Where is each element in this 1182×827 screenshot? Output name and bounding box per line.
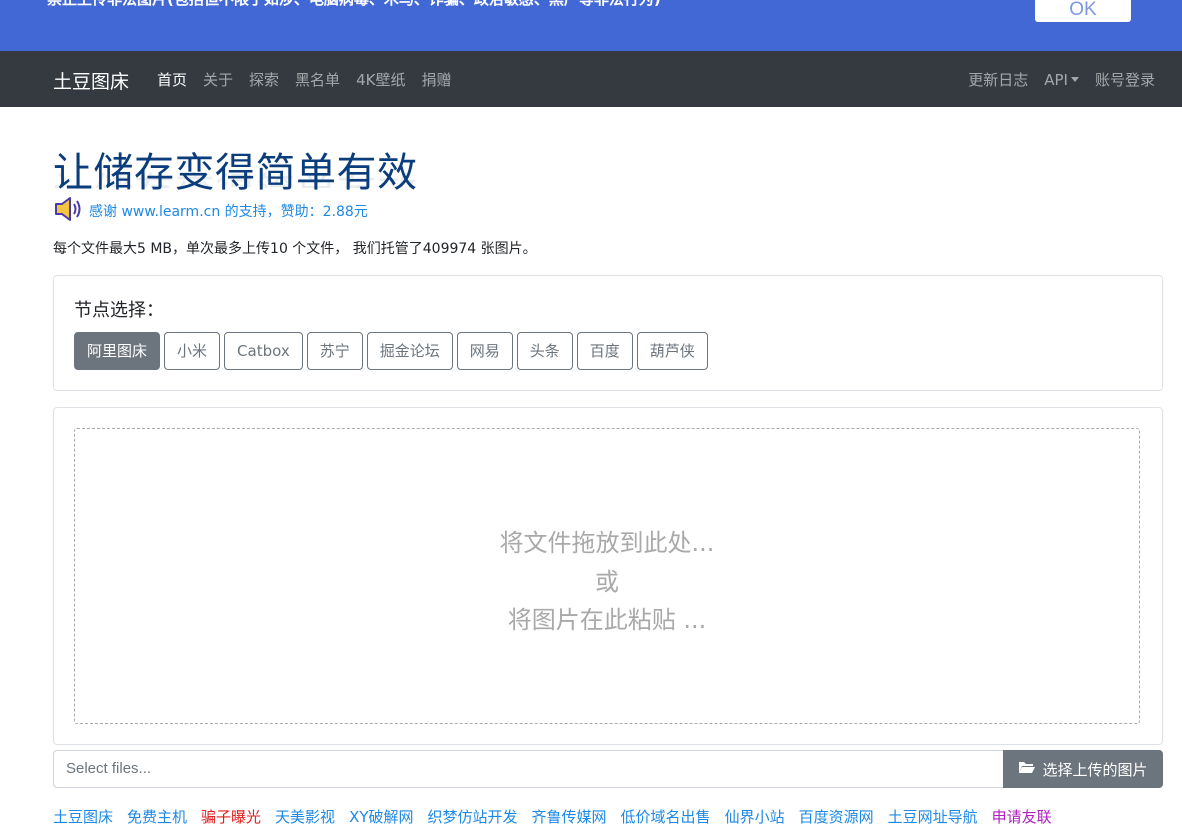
- node-button-aliyun[interactable]: 阿里图床: [74, 332, 161, 370]
- nav-item-4k-wallpaper[interactable]: 4K壁纸: [356, 69, 405, 90]
- nav-item-changelog[interactable]: 更新日志: [968, 69, 1028, 90]
- navbar: 土豆图床 首页 关于 探索 黑名单 4K壁纸 捐赠 更新日志 API 账号登录: [0, 51, 1182, 107]
- friend-link[interactable]: 仙界小站: [725, 806, 785, 827]
- nav-item-api-dropdown[interactable]: API: [1044, 71, 1079, 89]
- friend-link[interactable]: XY破解网: [349, 806, 413, 827]
- nav-right: 更新日志 API 账号登录: [968, 69, 1155, 90]
- nav-left: 首页 关于 探索 黑名单 4K壁纸 捐赠: [157, 69, 451, 90]
- node-button-netease[interactable]: 网易: [456, 332, 513, 370]
- node-button-xiaomi[interactable]: 小米: [164, 332, 221, 370]
- friend-link[interactable]: 免费主机: [127, 806, 187, 827]
- friend-link[interactable]: 低价域名出售: [621, 806, 711, 827]
- friend-links: 土豆图床 免费主机 骗子曝光 天美影视 XY破解网 织梦仿站开发 齐鲁传媒网 低价域名出售 仙界…: [53, 806, 1052, 827]
- speaker-icon: [53, 196, 83, 226]
- friend-link[interactable]: 申请友联: [992, 806, 1052, 827]
- nav-item-about[interactable]: 关于: [203, 69, 233, 90]
- nav-item-blacklist[interactable]: 黑名单: [295, 69, 340, 90]
- notice-ok-button[interactable]: OK: [1035, 0, 1131, 22]
- friend-link[interactable]: 齐鲁传媒网: [532, 806, 607, 827]
- upload-card: 将文件拖放到此处... 或 将图片在此粘贴 ...: [53, 407, 1163, 745]
- folder-open-icon: [1018, 760, 1036, 778]
- brand-logo[interactable]: 土豆图床: [53, 67, 129, 94]
- nav-item-api-label: API: [1044, 70, 1068, 89]
- dropzone-or-text: 或: [595, 568, 619, 596]
- friend-link[interactable]: 织梦仿站开发: [428, 806, 518, 827]
- page-title: 让储存变得简单有效: [53, 150, 418, 196]
- node-select-label: 节点选择：: [74, 300, 164, 321]
- sponsor-line[interactable]: 感谢 www.learm.cn 的支持，赞助：2.88元: [53, 196, 368, 226]
- nav-item-home[interactable]: 首页: [157, 69, 187, 90]
- nav-item-explore[interactable]: 探索: [249, 69, 279, 90]
- friend-link[interactable]: 土豆网址导航: [888, 806, 978, 827]
- node-button-catbox[interactable]: Catbox: [224, 332, 303, 370]
- node-button-toutiao[interactable]: 头条: [516, 332, 573, 370]
- friend-link[interactable]: 骗子曝光: [201, 806, 261, 827]
- sponsor-text[interactable]: 感谢 www.learm.cn 的支持，赞助：2.88元: [89, 201, 368, 221]
- node-button-baidu[interactable]: 百度: [576, 332, 633, 370]
- friend-link[interactable]: 百度资源网: [799, 806, 874, 827]
- node-button-suning[interactable]: 苏宁: [306, 332, 363, 370]
- choose-files-button[interactable]: 选择上传的图片: [1003, 750, 1163, 788]
- notice-text: 禁止上传非法图片(包括但不限于如涉、电脑病毒、木马、诈骗、政治敏感、黑产等非法行…: [47, 0, 661, 9]
- node-button-juejin[interactable]: 掘金论坛: [366, 332, 453, 370]
- caret-down-icon: [1070, 76, 1079, 82]
- nav-item-login[interactable]: 账号登录: [1095, 69, 1155, 90]
- notice-banner: 禁止上传非法图片(包括但不限于如涉、电脑病毒、木马、诈骗、政治敏感、黑产等非法行…: [0, 0, 1182, 51]
- node-button-group: 阿里图床 小米 Catbox 苏宁 掘金论坛 网易 头条 百度 葫芦侠: [74, 332, 708, 370]
- upload-limits-info: 每个文件最大5 MB，单次最多上传10 个文件， 我们托管了409974 张图片…: [53, 241, 537, 257]
- dropzone-paste-text: 将图片在此粘贴 ...: [507, 606, 707, 634]
- node-button-huluxia[interactable]: 葫芦侠: [636, 332, 708, 370]
- friend-link[interactable]: 土豆图床: [53, 806, 113, 827]
- dropzone-drag-text: 将文件拖放到此处...: [499, 529, 715, 557]
- choose-files-label: 选择上传的图片: [1042, 760, 1148, 779]
- file-select-input[interactable]: Select files...: [53, 750, 1004, 788]
- nav-item-donate[interactable]: 捐赠: [421, 69, 451, 90]
- upload-dropzone[interactable]: 将文件拖放到此处... 或 将图片在此粘贴 ...: [74, 428, 1140, 724]
- friend-link[interactable]: 天美影视: [275, 806, 335, 827]
- node-select-card: 节点选择： 阿里图床 小米 Catbox 苏宁 掘金论坛 网易 头条 百度 葫芦…: [53, 275, 1163, 391]
